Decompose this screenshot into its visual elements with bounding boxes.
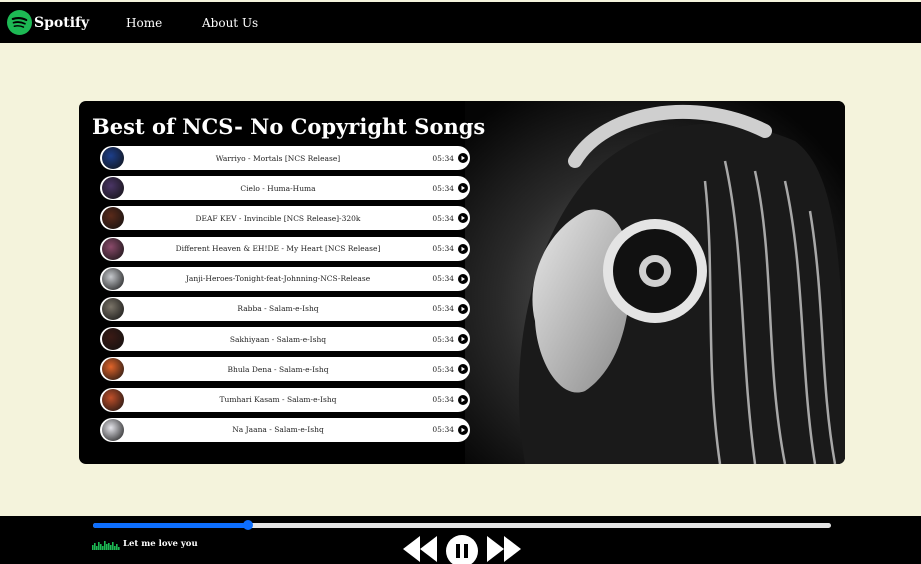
song-cover: [102, 297, 124, 320]
song-cover: [102, 237, 124, 260]
play-icon[interactable]: [458, 243, 468, 254]
song-duration: 05:34: [432, 334, 454, 344]
song-item[interactable]: Warriyo - Mortals [NCS Release] 05:34: [100, 146, 470, 170]
song-item[interactable]: Tumhari Kasam - Salam-e-Ishq 05:34: [100, 387, 470, 412]
song-duration: 05:34: [432, 364, 454, 374]
play-icon[interactable]: [458, 213, 468, 224]
song-name: Sakhiyaan - Salam-e-Ishq: [229, 334, 327, 344]
song-cover: [102, 328, 124, 351]
logo[interactable]: Spotify: [7, 10, 89, 35]
nav-about-link[interactable]: About Us: [202, 16, 258, 30]
song-duration: 05:34: [432, 183, 454, 193]
previous-icon[interactable]: [403, 536, 437, 562]
song-item[interactable]: Bhula Dena - Salam-e-Ishq 05:34: [100, 357, 470, 382]
song-duration: 05:34: [432, 274, 454, 284]
next-icon[interactable]: [487, 536, 521, 562]
spotify-logo-icon: [7, 10, 32, 35]
song-duration: 05:34: [432, 153, 454, 163]
song-item[interactable]: Janji-Heroes-Tonight-feat-Johnning-NCS-R…: [100, 266, 470, 291]
song-item[interactable]: Rabba - Salam-e-Ishq 05:34: [100, 296, 470, 321]
play-icon[interactable]: [458, 153, 468, 163]
song-item[interactable]: Sakhiyaan - Salam-e-Ishq 05:34: [100, 327, 470, 352]
play-icon[interactable]: [458, 394, 468, 405]
songs-container: Best of NCS- No Copyright Songs Warriyo …: [79, 101, 845, 464]
song-name: Cielo - Huma-Huma: [240, 183, 316, 193]
song-cover: [102, 207, 124, 230]
song-name: DEAF KEV - Invincible [NCS Release]-320k: [195, 213, 361, 223]
player-bar: Let me love you: [0, 516, 921, 564]
song-cover: [102, 177, 124, 200]
brand-name: Spotify: [34, 14, 90, 31]
equalizer-icon: [92, 541, 120, 550]
song-cover: [102, 267, 124, 290]
song-item[interactable]: Different Heaven & EH!DE - My Heart [NCS…: [100, 236, 470, 261]
play-icon[interactable]: [458, 334, 468, 345]
play-icon[interactable]: [458, 273, 468, 284]
pause-icon[interactable]: [446, 535, 478, 564]
play-icon[interactable]: [458, 183, 468, 194]
song-cover: [102, 418, 124, 441]
play-icon[interactable]: [458, 424, 468, 435]
song-item[interactable]: Cielo - Huma-Huma 05:34: [100, 176, 470, 201]
song-duration: 05:34: [432, 425, 454, 435]
hero-image: [465, 101, 845, 464]
progress-thumb[interactable]: [242, 520, 253, 530]
play-icon[interactable]: [458, 303, 468, 314]
song-cover: [102, 358, 124, 381]
play-icon[interactable]: [458, 364, 468, 375]
song-duration: 05:34: [432, 244, 454, 254]
song-name: Rabba - Salam-e-Ishq: [237, 304, 319, 314]
song-item[interactable]: Na Jaana - Salam-e-Ishq 05:34: [100, 417, 470, 442]
song-name: Janji-Heroes-Tonight-feat-Johnning-NCS-R…: [185, 274, 371, 284]
song-name: Tumhari Kasam - Salam-e-Ishq: [219, 395, 337, 404]
song-name: Bhula Dena - Salam-e-Ishq: [227, 364, 329, 374]
song-name: Warriyo - Mortals [NCS Release]: [215, 153, 341, 163]
song-list: Warriyo - Mortals [NCS Release] 05:34 Ciel…: [100, 146, 470, 448]
song-cover: [102, 147, 124, 169]
progress-fill: [93, 523, 248, 528]
playlist-title: Best of NCS- No Copyright Songs: [92, 114, 486, 139]
now-playing-title: Let me love you: [123, 539, 198, 549]
song-name: Different Heaven & EH!DE - My Heart [NCS…: [175, 244, 381, 254]
song-duration: 05:34: [432, 395, 454, 404]
song-item[interactable]: DEAF KEV - Invincible [NCS Release]-320k…: [100, 206, 470, 231]
song-duration: 05:34: [432, 213, 454, 223]
song-duration: 05:34: [432, 304, 454, 314]
song-cover: [102, 388, 124, 411]
progress-bar[interactable]: [93, 520, 831, 530]
navbar: Spotify Home About Us: [0, 2, 921, 43]
nav-home-link[interactable]: Home: [126, 16, 162, 30]
song-name: Na Jaana - Salam-e-Ishq: [232, 425, 324, 435]
